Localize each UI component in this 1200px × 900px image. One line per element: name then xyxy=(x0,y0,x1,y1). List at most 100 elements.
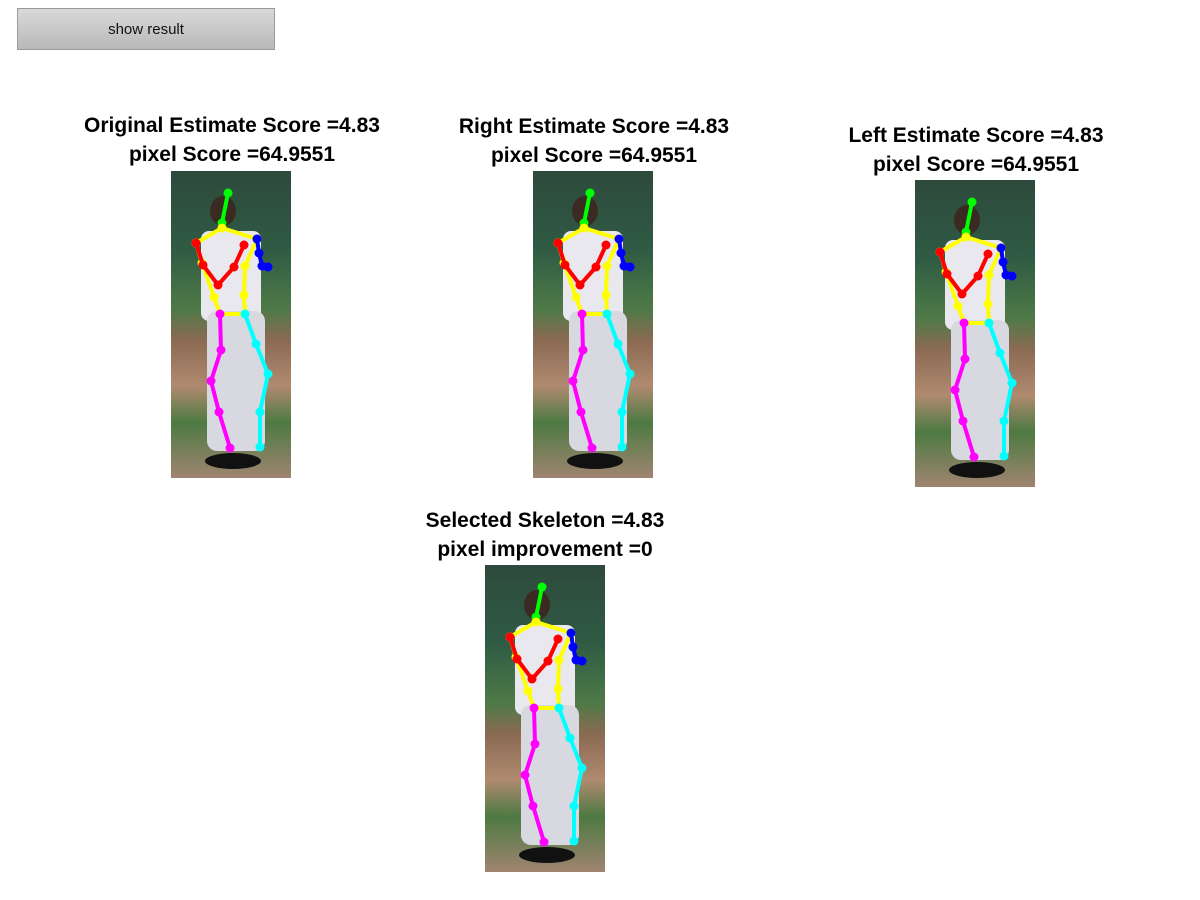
right-arm-joint xyxy=(601,240,611,250)
right-arm-joint xyxy=(553,634,563,644)
show-result-button[interactable]: show result xyxy=(17,8,275,50)
player-shoes xyxy=(519,847,575,863)
left-arm-joint xyxy=(263,262,273,272)
right-arm-joint xyxy=(191,238,201,248)
torso-joint xyxy=(240,261,250,271)
torso-joint xyxy=(523,686,533,696)
right-arm-joint xyxy=(213,280,223,290)
left-pose-image xyxy=(915,180,1035,487)
left-arm-joint xyxy=(998,257,1008,267)
left-arm-joint xyxy=(252,234,262,244)
right-score-label: Right Estimate Score =4.83 xyxy=(458,115,730,138)
torso-joint xyxy=(602,261,612,271)
head-joint xyxy=(585,188,595,198)
left-leg-joint xyxy=(602,309,612,319)
selected-skeleton-label: Selected Skeleton =4.83 xyxy=(425,509,665,532)
left-arm-joint xyxy=(614,234,624,244)
right-arm-joint xyxy=(591,262,601,272)
right-arm-joint xyxy=(239,240,249,250)
left-arm-joint xyxy=(996,243,1006,253)
right-arm-joint xyxy=(973,271,983,281)
left-pixel-score-label: pixel Score =64.9551 xyxy=(872,153,1080,176)
original-pose-image xyxy=(171,171,291,478)
selected-pose-image xyxy=(485,565,605,872)
right-leg-joint xyxy=(528,801,538,811)
right-arm-joint xyxy=(957,289,967,299)
selected-pixel-improvement-label: pixel improvement =0 xyxy=(437,538,653,561)
right-arm-joint xyxy=(512,654,522,664)
right-leg-joint xyxy=(530,739,540,749)
original-score-label: Original Estimate Score =4.83 xyxy=(84,114,380,137)
torso-joint xyxy=(579,223,589,233)
right-arm-joint xyxy=(527,674,537,684)
torso-joint xyxy=(961,232,971,242)
left-leg-joint xyxy=(999,416,1009,426)
left-leg-joint xyxy=(617,442,627,452)
torso-joint xyxy=(239,290,249,300)
right-leg-joint xyxy=(216,345,226,355)
right-leg-joint xyxy=(960,354,970,364)
selected-panel-title: Selected Skeleton =4.83 pixel improvemen… xyxy=(400,506,690,564)
right-arm-joint xyxy=(229,262,239,272)
left-arm-joint xyxy=(616,248,626,258)
torso-joint xyxy=(984,270,994,280)
torso-joint xyxy=(217,223,227,233)
right-leg-joint xyxy=(215,309,225,319)
right-leg-joint xyxy=(225,443,235,453)
torso-joint xyxy=(553,684,563,694)
right-arm-joint xyxy=(983,249,993,259)
right-arm-joint xyxy=(543,656,553,666)
right-leg-joint xyxy=(206,376,216,386)
right-arm-joint xyxy=(198,260,208,270)
left-leg-joint xyxy=(251,339,261,349)
original-panel-title: Original Estimate Score =4.83 pixel Scor… xyxy=(62,111,402,169)
right-arm-joint xyxy=(935,247,945,257)
left-arm-joint xyxy=(254,248,264,258)
right-arm-joint xyxy=(553,238,563,248)
left-leg-joint xyxy=(554,703,564,713)
right-leg-joint xyxy=(214,407,224,417)
player-pants xyxy=(521,705,579,845)
left-arm-joint xyxy=(577,656,587,666)
head-joint xyxy=(223,188,233,198)
player-shoes xyxy=(567,453,623,469)
right-arm-joint xyxy=(505,632,515,642)
torso-joint xyxy=(983,299,993,309)
right-leg-joint xyxy=(577,309,587,319)
original-pixel-score-label: pixel Score =64.9551 xyxy=(128,143,336,166)
left-score-label: Left Estimate Score =4.83 xyxy=(848,124,1104,147)
left-leg-joint xyxy=(263,369,273,379)
right-pixel-score-label: pixel Score =64.9551 xyxy=(490,144,698,167)
left-leg-joint xyxy=(569,801,579,811)
player-pants xyxy=(569,311,627,451)
left-leg-joint xyxy=(625,369,635,379)
player-shoes xyxy=(205,453,261,469)
torso-joint xyxy=(571,292,581,302)
left-leg-joint xyxy=(1007,378,1017,388)
left-leg-joint xyxy=(255,407,265,417)
right-leg-joint xyxy=(958,416,968,426)
left-panel-title: Left Estimate Score =4.83 pixel Score =6… xyxy=(820,121,1132,179)
left-leg-joint xyxy=(255,442,265,452)
right-leg-joint xyxy=(587,443,597,453)
player-pants xyxy=(207,311,265,451)
right-leg-joint xyxy=(539,837,549,847)
right-leg-joint xyxy=(568,376,578,386)
left-leg-joint xyxy=(613,339,623,349)
right-arm-joint xyxy=(942,269,952,279)
player-pants xyxy=(951,320,1009,460)
right-pose-image xyxy=(533,171,653,478)
left-leg-joint xyxy=(569,836,579,846)
left-leg-joint xyxy=(617,407,627,417)
left-leg-joint xyxy=(240,309,250,319)
head-joint xyxy=(537,582,547,592)
left-leg-joint xyxy=(995,348,1005,358)
right-arm-joint xyxy=(560,260,570,270)
right-leg-joint xyxy=(578,345,588,355)
torso-joint xyxy=(601,290,611,300)
player-shoes xyxy=(949,462,1005,478)
right-leg-joint xyxy=(959,318,969,328)
left-arm-joint xyxy=(566,628,576,638)
torso-joint xyxy=(953,301,963,311)
torso-joint xyxy=(554,655,564,665)
